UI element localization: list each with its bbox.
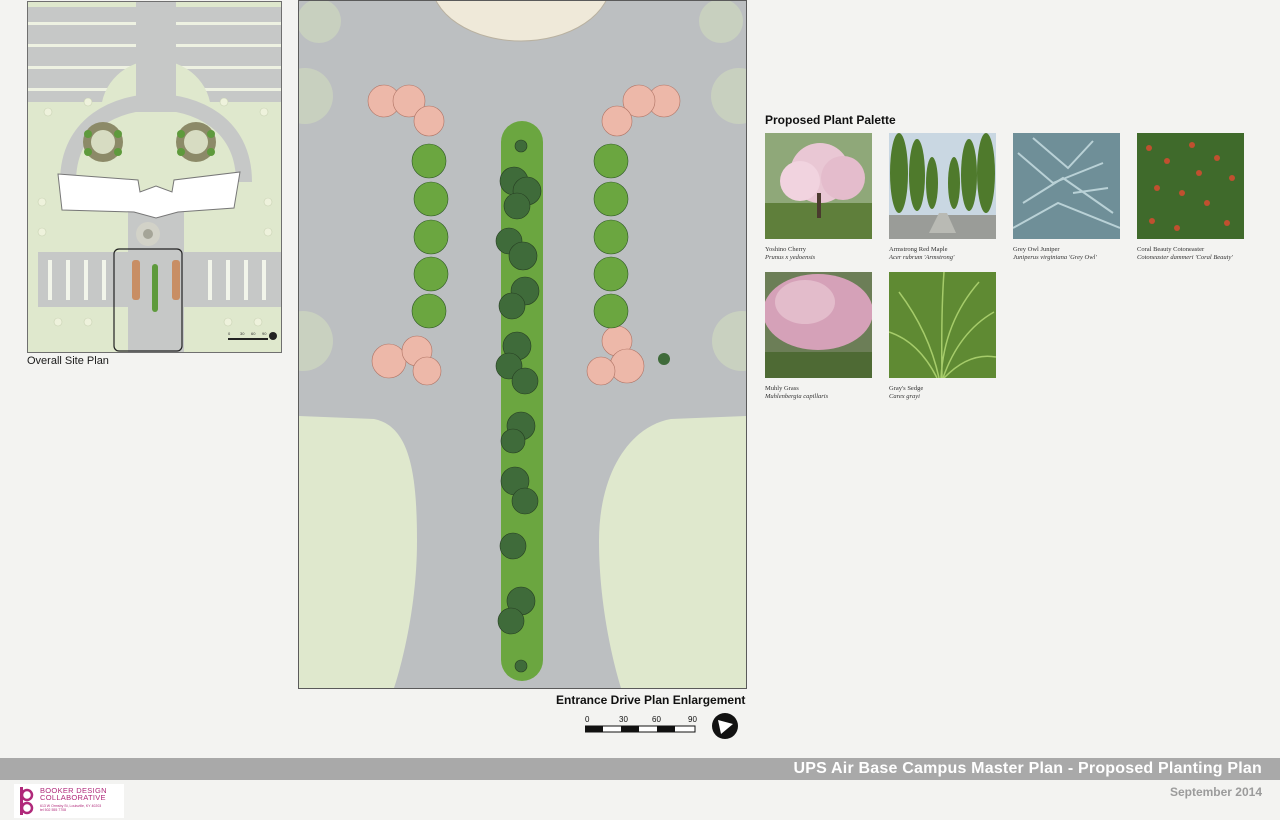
plant-common-name: Muhly Grass	[765, 385, 799, 392]
firm-phone: tel 502 555 7708	[40, 808, 67, 812]
plant-latin-name: Muhlenbergia capillaris	[765, 393, 829, 400]
muhly-grass-photo	[765, 272, 872, 378]
plant-card: Yoshino Cherry Prunus x yedoensis	[765, 133, 872, 262]
plant-common-name: Grey Owl Juniper	[1013, 246, 1060, 253]
firm-name: BOOKER DESIGN COLLABORATIVE	[40, 787, 107, 802]
enlargement-label: Entrance Drive Plan Enlargement	[556, 693, 746, 707]
overall-site-plan-map: 0 30 60 90	[27, 1, 282, 353]
sheet-date: September 2014	[1169, 785, 1262, 799]
plant-card: Armstrong Red Maple Acer rubrum 'Armstro…	[889, 133, 996, 262]
coral-beauty-cotoneaster-photo	[1137, 133, 1244, 239]
plant-latin-name: Carex grayi	[889, 393, 920, 400]
grey-owl-juniper-photo	[1013, 133, 1120, 239]
plant-latin-name: Juniperus virginiana 'Grey Owl'	[1013, 254, 1097, 261]
scale-tick-label: 90	[688, 715, 697, 724]
site-scale-tick: 30	[240, 331, 245, 336]
plant-card: Grey Owl Juniper Juniperus virginiana 'G…	[1013, 133, 1120, 262]
plant-common-name: Yoshino Cherry	[765, 246, 807, 253]
sheet-title: UPS Air Base Campus Master Plan - Propos…	[793, 760, 1262, 777]
plant-latin-name: Acer rubrum 'Armstrong'	[889, 254, 955, 261]
bdc-logo-icon	[20, 787, 34, 815]
grays-sedge-photo	[889, 272, 996, 378]
armstrong-maple-photo	[889, 133, 996, 239]
plant-card: Coral Beauty Cotoneaster Cotoneaster dam…	[1137, 133, 1244, 262]
scale-tick-label: 30	[619, 715, 628, 724]
plant-card: Muhly Grass Muhlenbergia capillaris	[765, 272, 872, 401]
site-scale-tick: 90	[262, 331, 267, 336]
plant-latin-name: Prunus x yedoensis	[765, 254, 816, 261]
site-scale-tick: 0	[228, 331, 231, 336]
scale-bar: 0 30 60 90	[585, 713, 738, 739]
site-plan-label: Overall Site Plan	[27, 355, 109, 367]
firm-address: 613 W Ormsby St, Louisville, KY 40203 te…	[40, 804, 101, 812]
north-arrow-icon	[269, 332, 277, 340]
site-scale-tick: 60	[251, 331, 256, 336]
scale-tick-label: 60	[652, 715, 661, 724]
plant-latin-name: Cotoneaster dammeri 'Coral Beauty'	[1137, 254, 1233, 261]
entrance-drive-enlargement-map	[298, 0, 747, 689]
plant-common-name: Armstrong Red Maple	[889, 246, 948, 253]
yoshino-cherry-photo	[765, 133, 872, 239]
plant-common-name: Gray's Sedge	[889, 385, 924, 392]
north-arrow-icon	[712, 713, 738, 739]
plant-card: Gray's Sedge Carex grayi	[889, 272, 996, 401]
plant-common-name: Coral Beauty Cotoneaster	[1137, 246, 1205, 253]
scale-tick-label: 0	[585, 715, 590, 724]
firm-name-line2: COLLABORATIVE	[40, 793, 106, 802]
plant-palette-title: Proposed Plant Palette	[765, 113, 896, 127]
